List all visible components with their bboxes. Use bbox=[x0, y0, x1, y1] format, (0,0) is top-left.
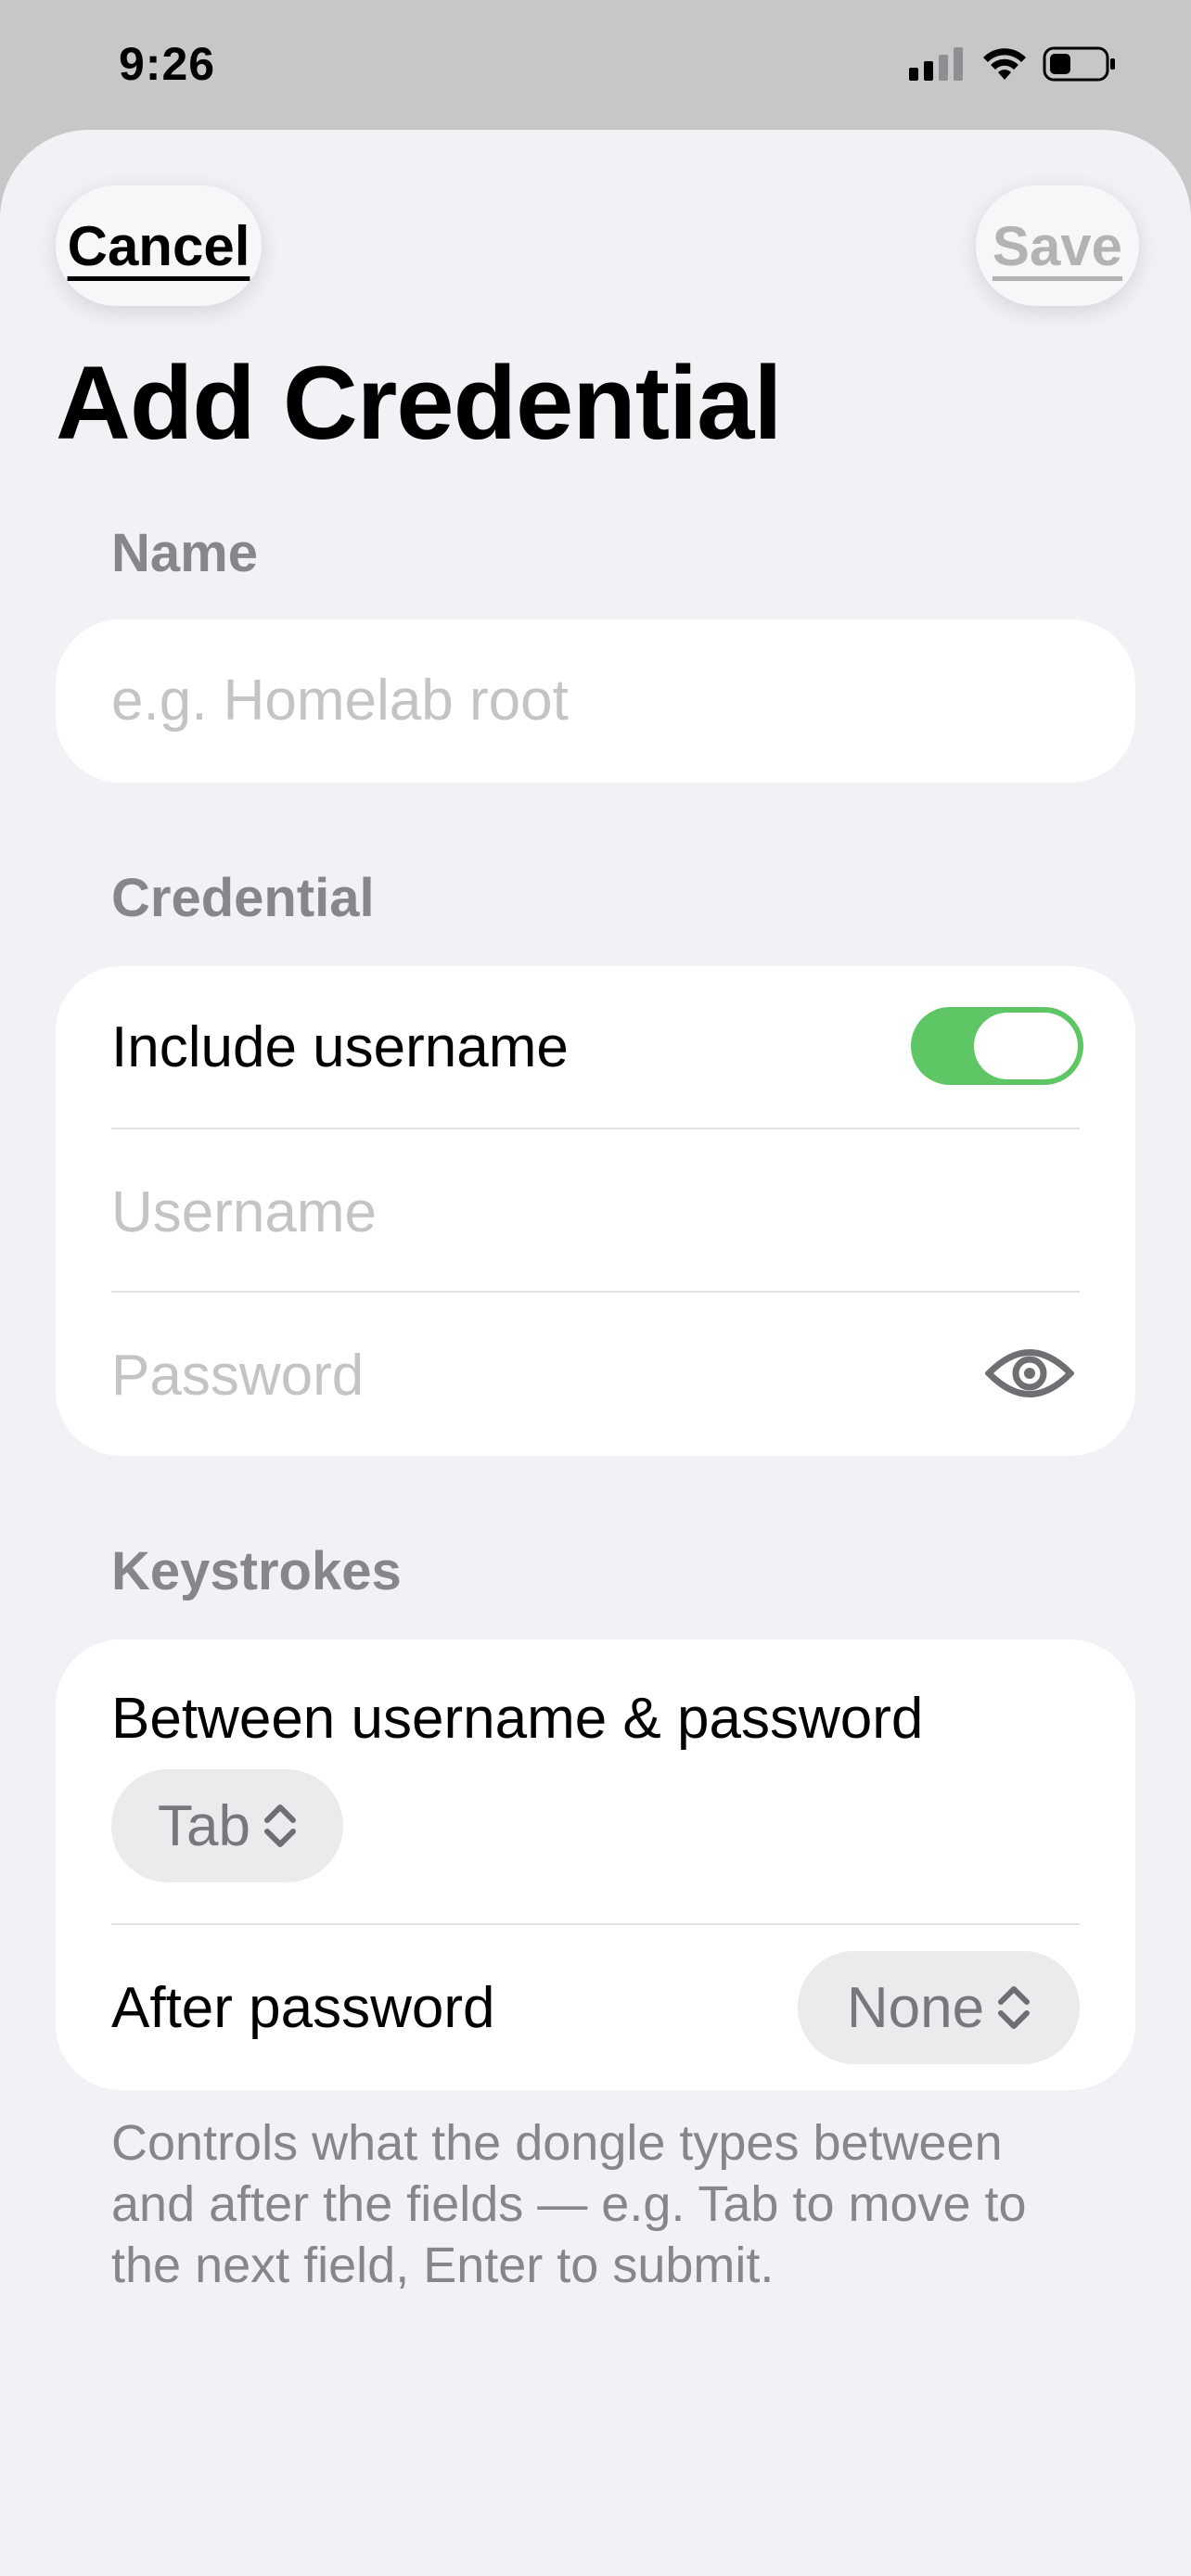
cancel-button[interactable]: Cancel bbox=[56, 185, 262, 306]
status-icons bbox=[909, 46, 1117, 82]
save-label: Save bbox=[992, 214, 1123, 277]
save-button[interactable]: Save bbox=[976, 185, 1139, 306]
page-title: Add Credential bbox=[56, 345, 783, 461]
keystrokes-footer-note: Controls what the dongle types between a… bbox=[111, 2115, 1027, 2293]
wifi-icon bbox=[983, 48, 1026, 80]
after-password-label: After password bbox=[111, 1976, 495, 2040]
between-fields-picker[interactable]: Tab bbox=[111, 1769, 343, 1882]
between-fields-value: Tab bbox=[158, 1793, 250, 1858]
name-card: e.g. Homelab root bbox=[56, 619, 1135, 783]
after-password-picker[interactable]: None bbox=[798, 1951, 1080, 2064]
status-bar: 9:26 bbox=[0, 0, 1191, 130]
cancel-label: Cancel bbox=[67, 214, 250, 277]
include-username-label: Include username bbox=[111, 1015, 569, 1079]
show-password-eye-icon[interactable] bbox=[985, 1343, 1074, 1404]
divider bbox=[111, 1291, 1080, 1293]
username-input[interactable]: Username bbox=[111, 1180, 377, 1245]
credential-section-label: Credential bbox=[111, 868, 375, 928]
between-fields-label: Between username & password bbox=[111, 1687, 924, 1751]
after-password-value: None bbox=[846, 1975, 985, 2040]
cellular-signal-icon bbox=[909, 47, 963, 81]
chevron-up-down-icon bbox=[998, 1986, 1031, 2029]
toggle-knob bbox=[974, 1013, 1078, 1079]
name-section-label: Name bbox=[111, 523, 258, 583]
keystrokes-section-label: Keystrokes bbox=[111, 1541, 402, 1601]
divider bbox=[111, 1923, 1080, 1925]
include-username-toggle[interactable] bbox=[911, 1007, 1083, 1085]
divider bbox=[111, 1128, 1080, 1129]
status-time: 9:26 bbox=[119, 38, 216, 90]
name-input[interactable]: e.g. Homelab root bbox=[111, 668, 569, 733]
battery-icon bbox=[1043, 46, 1115, 82]
chevron-up-down-icon bbox=[263, 1804, 296, 1847]
password-input[interactable]: Password bbox=[111, 1343, 364, 1409]
